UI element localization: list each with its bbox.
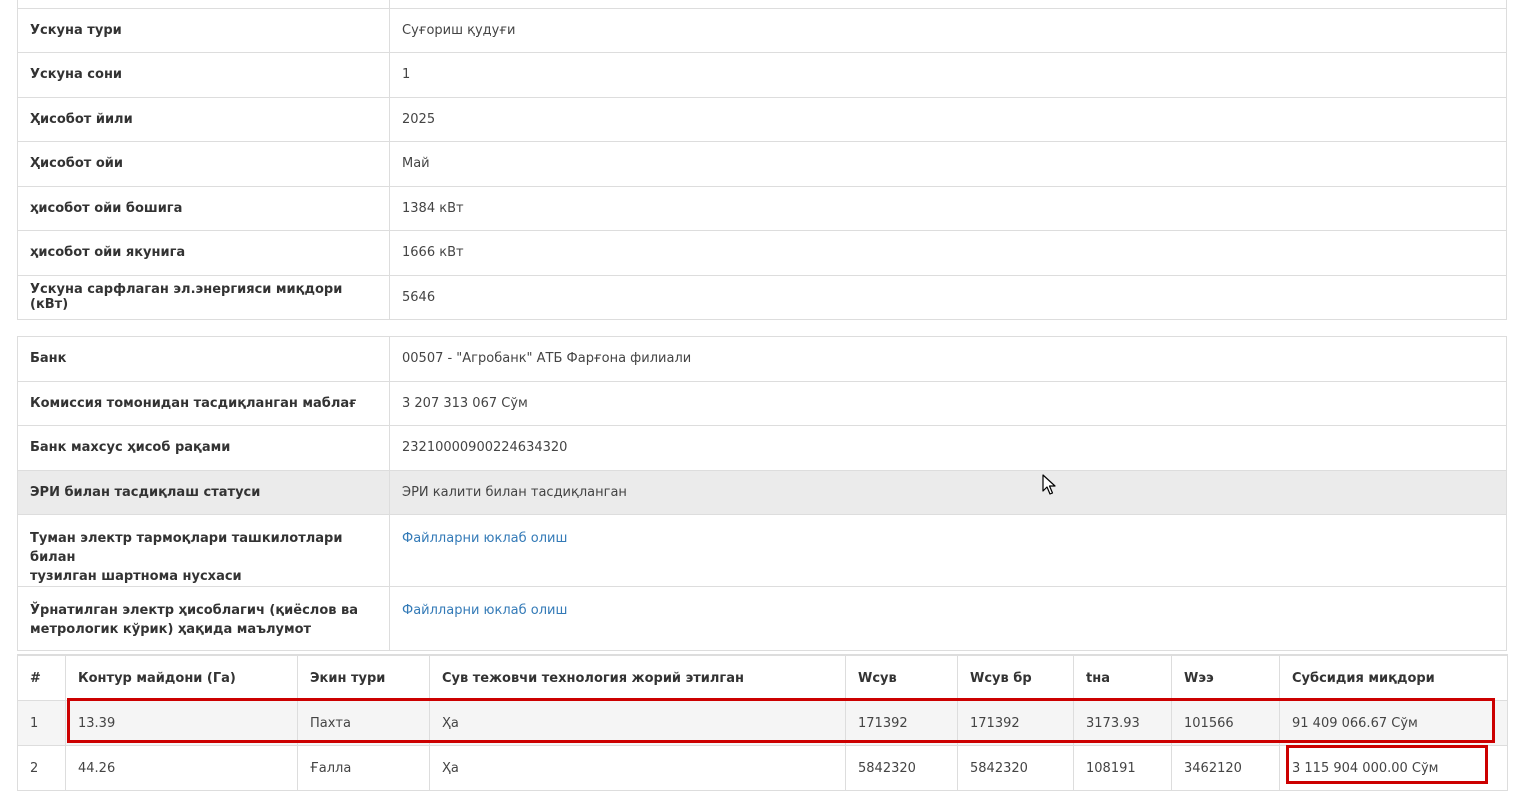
meter-label: Ўрнатилган электр ҳисоблагич (қиёслов ва…	[17, 586, 390, 651]
device-info-row	[17, 0, 1507, 9]
eri-status-row: ЭРИ билан тасдиқлаш статуси ЭРИ калити би…	[17, 469, 1507, 515]
bank-value: 00507 - "Агробанк" АТБ Фарғона филиали	[389, 336, 1507, 382]
account-label: Банк махсус ҳисоб рақами	[17, 425, 390, 471]
meter-row: Ўрнатилган электр ҳисоблагич (қиёслов ва…	[17, 586, 1507, 651]
device-count-value: 1	[389, 52, 1507, 98]
wee-cell: 3462120	[1171, 745, 1280, 791]
report-year-value: 2025	[389, 96, 1507, 142]
contract-label-line2: тузилган шартнома нусхаси	[30, 569, 242, 584]
device-info-table: Ускуна тури Суғориш қудуғи Ускуна сони 1 Ҳ…	[17, 0, 1507, 320]
report-year-label: Ҳисобот йили	[17, 96, 390, 142]
meter-download-link[interactable]: Файлларни юклаб олиш	[402, 603, 567, 618]
meter-value: Файлларни юклаб олиш	[389, 586, 1507, 651]
col-wsuv-header: Wсув	[845, 654, 958, 701]
tna-cell: 3173.93	[1073, 700, 1172, 746]
device-info-row: Ҳисобот ойи Май	[17, 141, 1507, 187]
subsidy-cell: 91 409 066.67 Сўм	[1279, 700, 1508, 746]
approved-amount-row: Комиссия томонидан тасдиқланган маблағ 3 …	[17, 380, 1507, 426]
approved-amount-value: 3 207 313 067 Сўм	[389, 380, 1507, 426]
device-info-row: ҳисобот ойи бошига 1384 кВт	[17, 185, 1507, 231]
bank-info-table: Банк 00507 - "Агробанк" АТБ Фарғона филиа…	[17, 336, 1507, 651]
wee-cell: 101566	[1171, 700, 1280, 746]
wsuv-br-cell: 171392	[957, 700, 1074, 746]
col-technology-header: Сув тежовчи технология жорий этилган	[429, 654, 846, 701]
area-cell: 44.26	[65, 745, 298, 791]
device-info-label	[17, 0, 390, 9]
account-value: 23210000900224634320	[389, 425, 1507, 471]
device-info-row: Ускуна тури Суғориш қудуғи	[17, 7, 1507, 53]
month-start-label: ҳисобот ойи бошига	[17, 185, 390, 231]
subsidy-cell: 3 115 904 000.00 Сўм	[1279, 745, 1508, 791]
contract-row: Туман электр тармоқлари ташкилотлари бил…	[17, 514, 1507, 587]
technology-cell: Ҳа	[429, 745, 846, 791]
meter-label-line2: метрологик кўрик) ҳақида маълумот	[30, 622, 312, 637]
col-tna-header: tна	[1073, 654, 1172, 701]
account-row: Банк махсус ҳисоб рақами 2321000090022463…	[17, 425, 1507, 471]
crop-cell: Пахта	[297, 700, 430, 746]
contract-value: Файлларни юклаб олиш	[389, 514, 1507, 587]
month-end-value: 1666 кВт	[389, 230, 1507, 276]
month-start-value: 1384 кВт	[389, 185, 1507, 231]
wsuv-cell: 5842320	[845, 745, 958, 791]
table-row: 2 44.26 Ғалла Ҳа 5842320 5842320 108191 …	[17, 745, 1508, 791]
device-info-row: Ускуна сони 1	[17, 52, 1507, 98]
area-cell: 13.39	[65, 700, 298, 746]
col-subsidy-header: Субсидия миқдори	[1279, 654, 1508, 701]
contract-label-line1: Туман электр тармоқлари ташкилотлари бил…	[30, 531, 343, 565]
device-type-value: Суғориш қудуғи	[389, 7, 1507, 53]
device-info-row: Ускуна сарфлаган эл.энергияси миқдори (к…	[17, 274, 1507, 320]
device-count-label: Ускуна сони	[17, 52, 390, 98]
tna-cell: 108191	[1073, 745, 1172, 791]
device-info-value	[389, 0, 1507, 9]
bank-label: Банк	[17, 336, 390, 382]
col-crop-header: Экин тури	[297, 654, 430, 701]
row-number-cell: 2	[17, 745, 66, 791]
bank-row: Банк 00507 - "Агробанк" АТБ Фарғона филиа…	[17, 336, 1507, 382]
col-number-header: #	[17, 654, 66, 701]
energy-consumed-label: Ускуна сарфлаган эл.энергияси миқдори (к…	[17, 274, 390, 320]
report-month-label: Ҳисобот ойи	[17, 141, 390, 187]
crop-cell: Ғалла	[297, 745, 430, 791]
table-row: 1 13.39 Пахта Ҳа 171392 171392 3173.93 1…	[17, 700, 1508, 746]
col-wee-header: Wээ	[1171, 654, 1280, 701]
device-type-label: Ускуна тури	[17, 7, 390, 53]
energy-consumed-value: 5646	[389, 274, 1507, 320]
report-month-value: Май	[389, 141, 1507, 187]
contract-download-link[interactable]: Файлларни юклаб олиш	[402, 531, 567, 546]
subsidy-header-row: # Контур майдони (Га) Экин тури Сув тежо…	[17, 654, 1508, 701]
contract-label: Туман электр тармоқлари ташкилотлари бил…	[17, 514, 390, 587]
technology-cell: Ҳа	[429, 700, 846, 746]
mouse-cursor-icon	[1042, 474, 1056, 495]
row-number-cell: 1	[17, 700, 66, 746]
col-wsuv-br-header: Wсув бр	[957, 654, 1074, 701]
device-info-row: ҳисобот ойи якунига 1666 кВт	[17, 230, 1507, 276]
subsidy-table: # Контур майдони (Га) Экин тури Сув тежо…	[17, 654, 1508, 791]
meter-label-line1: Ўрнатилган электр ҳисоблагич (қиёслов ва	[30, 603, 359, 618]
approved-amount-label: Комиссия томонидан тасдиқланган маблағ	[17, 380, 390, 426]
wsuv-cell: 171392	[845, 700, 958, 746]
eri-status-value: ЭРИ калити билан тасдиқланган	[389, 469, 1507, 515]
wsuv-br-cell: 5842320	[957, 745, 1074, 791]
month-end-label: ҳисобот ойи якунига	[17, 230, 390, 276]
eri-status-label: ЭРИ билан тасдиқлаш статуси	[17, 469, 390, 515]
device-info-row: Ҳисобот йили 2025	[17, 96, 1507, 142]
col-area-header: Контур майдони (Га)	[65, 654, 298, 701]
